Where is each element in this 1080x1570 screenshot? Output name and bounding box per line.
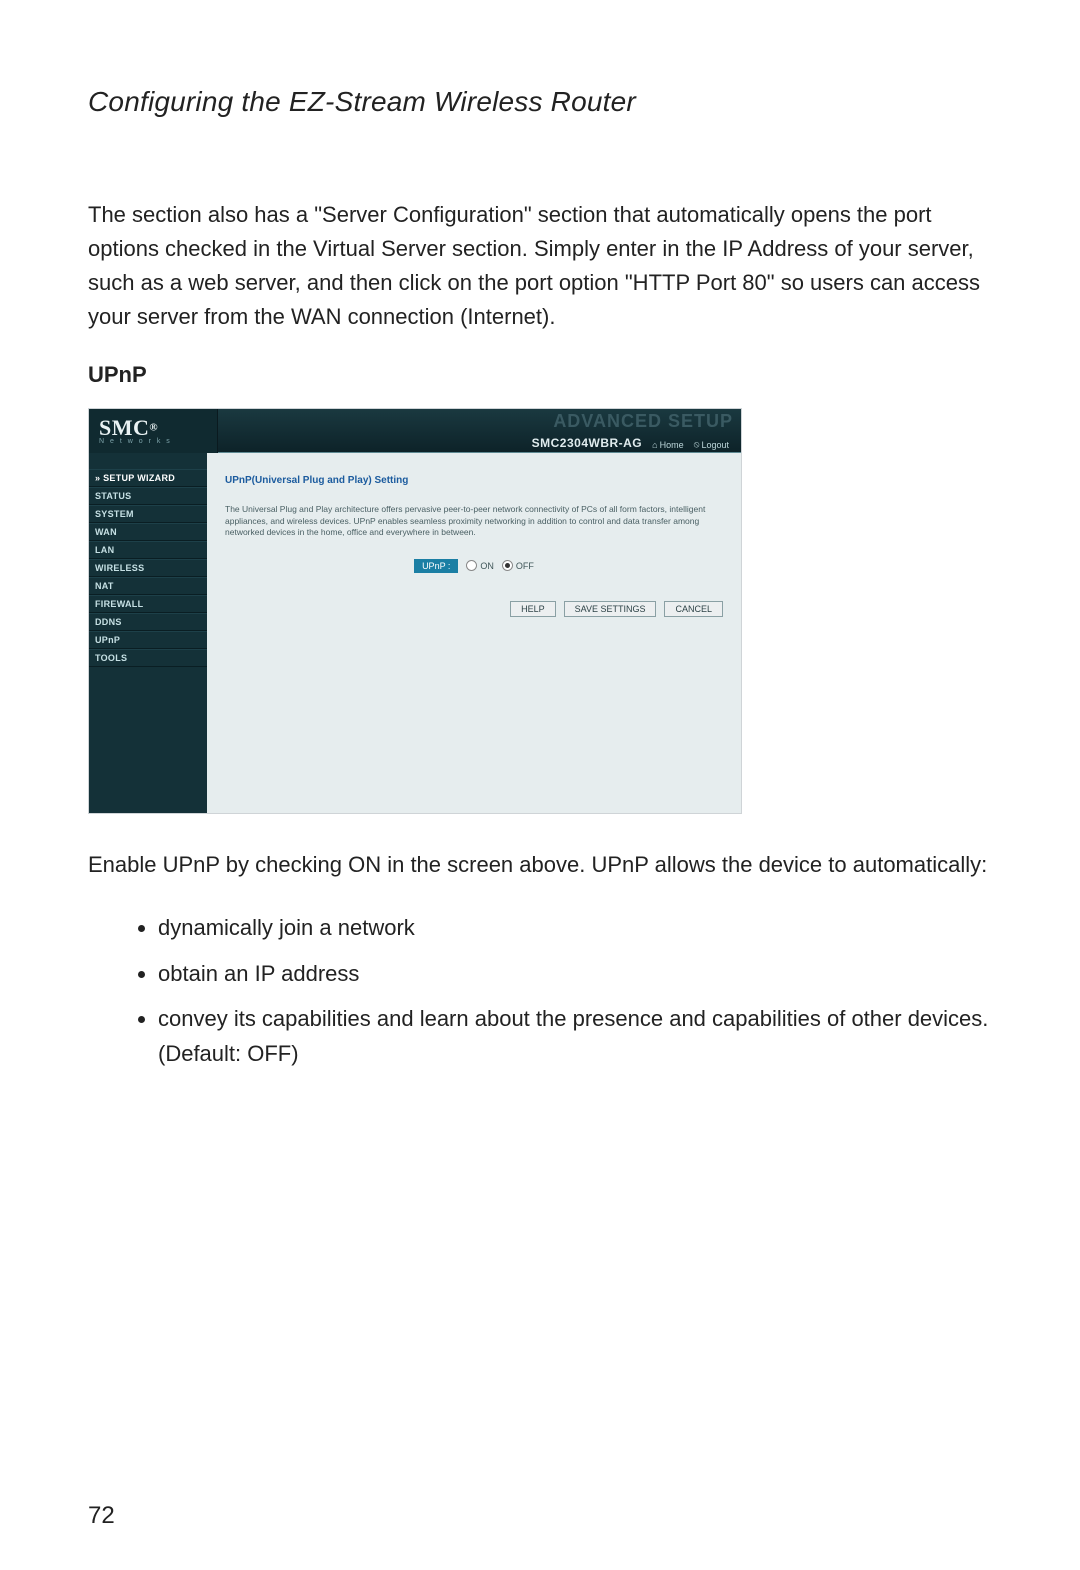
model-line: SMC2304WBR-AG ⌂ Home ⦸ Logout: [218, 437, 741, 453]
model-number: SMC2304WBR-AG: [532, 436, 643, 450]
logout-link-label: Logout: [701, 440, 729, 450]
topbar-right: ADVANCED SETUP SMC2304WBR-AG ⌂ Home ⦸ Lo…: [218, 409, 741, 453]
logout-icon: ⦸: [694, 439, 700, 450]
home-link-label: Home: [660, 440, 684, 450]
upnp-radio-off[interactable]: OFF: [502, 560, 534, 571]
radio-off-label: OFF: [516, 561, 534, 571]
radio-icon: [502, 560, 513, 571]
panel-title: UPnP(Universal Plug and Play) Setting: [225, 475, 723, 486]
page-title: Configuring the EZ-Stream Wireless Route…: [88, 86, 1000, 118]
radio-icon: [466, 560, 477, 571]
radio-on-label: ON: [480, 561, 494, 571]
banner-text: ADVANCED SETUP: [553, 411, 733, 432]
intro-paragraph: The section also has a "Server Configura…: [88, 198, 1000, 334]
manual-page: Configuring the EZ-Stream Wireless Route…: [0, 0, 1080, 1570]
post-screenshot-paragraph: Enable UPnP by checking ON in the screen…: [88, 848, 1000, 882]
sidebar-item-nat[interactable]: NAT: [89, 577, 207, 595]
upnp-radio-row: UPnP : ON OFF: [225, 559, 723, 573]
router-body: » SETUP WIZARD STATUS SYSTEM WAN LAN WIR…: [89, 453, 741, 813]
sidebar-item-wireless[interactable]: WIRELESS: [89, 559, 207, 577]
brand-logo: SMC: [99, 415, 149, 440]
sidebar-item-lan[interactable]: LAN: [89, 541, 207, 559]
help-button[interactable]: HELP: [510, 601, 556, 617]
sidebar-item-firewall[interactable]: FIREWALL: [89, 595, 207, 613]
cancel-button[interactable]: CANCEL: [664, 601, 723, 617]
brand-cell: SMC® N e t w o r k s: [89, 409, 218, 453]
panel-description: The Universal Plug and Play architecture…: [225, 504, 723, 538]
sidebar-item-tools[interactable]: TOOLS: [89, 649, 207, 667]
home-icon: ⌂: [652, 440, 657, 450]
list-item: obtain an IP address: [158, 956, 1000, 991]
list-item: dynamically join a network: [158, 910, 1000, 945]
brand-subtext: N e t w o r k s: [99, 438, 172, 445]
sidebar-item-upnp[interactable]: UPnP: [89, 631, 207, 649]
sidebar-item-system[interactable]: SYSTEM: [89, 505, 207, 523]
button-row: HELP SAVE SETTINGS CANCEL: [225, 601, 723, 617]
upnp-field-label: UPnP :: [414, 559, 458, 573]
page-number: 72: [88, 1502, 115, 1530]
upnp-radio-on[interactable]: ON: [466, 560, 494, 571]
router-sidebar: » SETUP WIZARD STATUS SYSTEM WAN LAN WIR…: [89, 453, 207, 813]
section-heading-upnp: UPnP: [88, 362, 1000, 388]
sidebar-item-setup-wizard[interactable]: » SETUP WIZARD: [89, 469, 207, 487]
list-item: convey its capabilities and learn about …: [158, 1001, 1000, 1071]
sidebar-item-status[interactable]: STATUS: [89, 487, 207, 505]
logout-link[interactable]: ⦸ Logout: [694, 439, 729, 450]
router-screenshot: SMC® N e t w o r k s ADVANCED SETUP SMC2…: [88, 408, 742, 814]
router-content: UPnP(Universal Plug and Play) Setting Th…: [207, 453, 741, 813]
sidebar-item-wan[interactable]: WAN: [89, 523, 207, 541]
capability-list: dynamically join a network obtain an IP …: [158, 910, 1000, 1071]
brand-registered: ®: [149, 422, 158, 434]
sidebar-item-ddns[interactable]: DDNS: [89, 613, 207, 631]
home-link[interactable]: ⌂ Home: [652, 440, 683, 450]
save-button[interactable]: SAVE SETTINGS: [564, 601, 657, 617]
router-topbar: SMC® N e t w o r k s ADVANCED SETUP SMC2…: [89, 409, 741, 453]
